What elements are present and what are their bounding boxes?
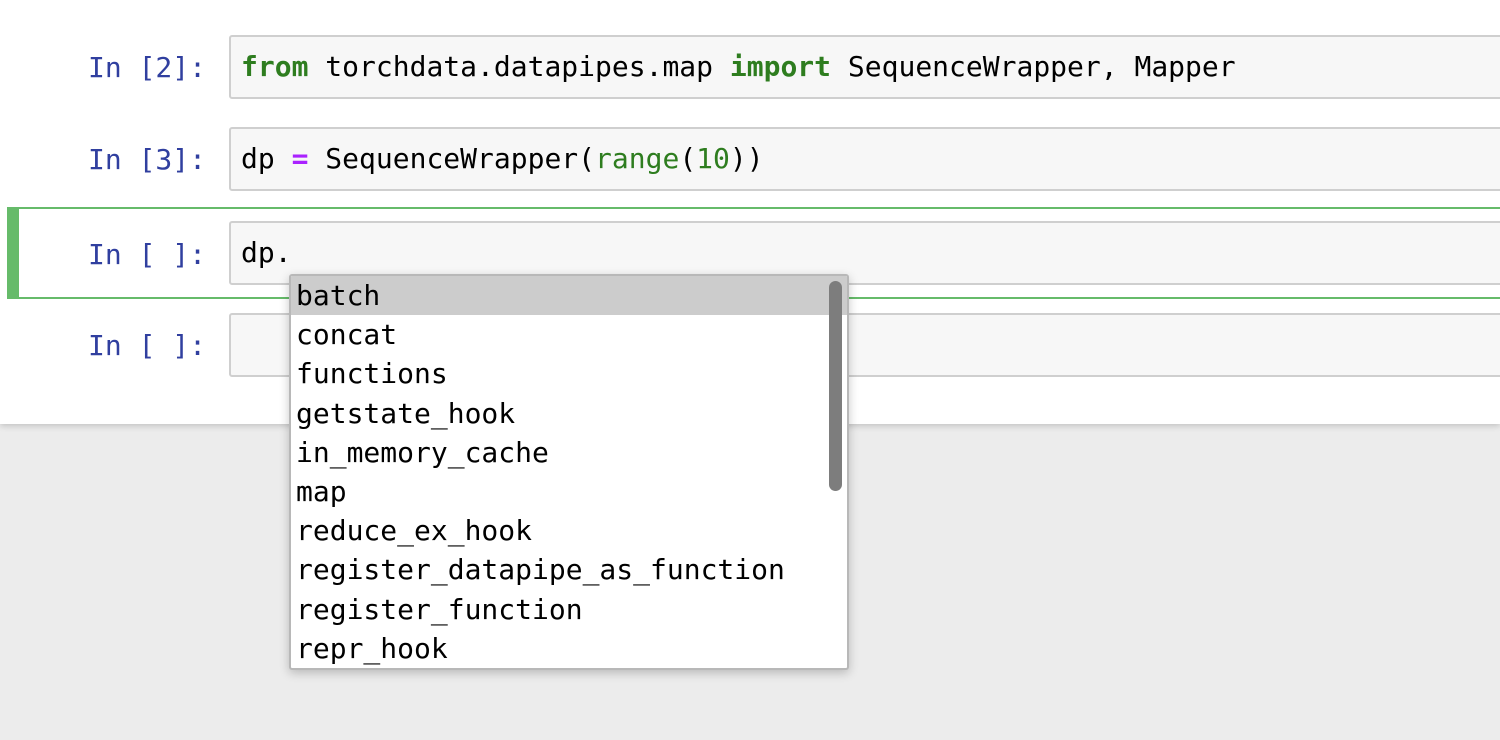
completion-item-repr-hook[interactable]: repr_hook bbox=[291, 629, 847, 668]
code-line: dp = SequenceWrapper(range(10)) bbox=[241, 142, 764, 176]
imported-names: SequenceWrapper, Mapper bbox=[831, 50, 1236, 83]
cell-prompt: In [2]: bbox=[88, 51, 207, 84]
completion-item-register-function[interactable]: register_function bbox=[291, 590, 847, 629]
paren-close: )) bbox=[729, 142, 764, 175]
code-cell-1[interactable]: In [2]: from torchdata.datapipes.map imp… bbox=[0, 22, 1500, 114]
completion-item-in-memory-cache[interactable]: in_memory_cache bbox=[291, 433, 847, 472]
keyword-from: from bbox=[241, 50, 309, 83]
completion-item-concat[interactable]: concat bbox=[291, 315, 847, 354]
completion-list: batch concat functions getstate_hook in_… bbox=[291, 276, 847, 668]
call-text: SequenceWrapper( bbox=[308, 142, 596, 175]
number-literal: 10 bbox=[696, 142, 730, 175]
module-path: torchdata.datapipes.map bbox=[308, 50, 730, 83]
keyword-import: import bbox=[729, 50, 832, 83]
completion-scrollbar[interactable] bbox=[829, 281, 842, 491]
code-line: from torchdata.datapipes.map import Sequ… bbox=[241, 50, 1236, 84]
completion-item-batch[interactable]: batch bbox=[291, 276, 847, 316]
completion-item-getstate-hook[interactable]: getstate_hook bbox=[291, 394, 847, 433]
cell-prompt: In [ ]: bbox=[88, 329, 207, 362]
code-cell-2[interactable]: In [3]: dp = SequenceWrapper(range(10)) bbox=[0, 114, 1500, 206]
completion-item-functions[interactable]: functions bbox=[291, 354, 847, 393]
paren-open: ( bbox=[679, 142, 697, 175]
completion-item-register-datapipe-as-function[interactable]: register_datapipe_as_function bbox=[291, 550, 847, 589]
autocomplete-dropdown[interactable]: batch concat functions getstate_hook in_… bbox=[289, 274, 849, 670]
code-line: dp. bbox=[241, 236, 292, 269]
code-editor[interactable]: dp = SequenceWrapper(range(10)) bbox=[229, 127, 1500, 191]
completion-item-map[interactable]: map bbox=[291, 472, 847, 511]
variable-dp: dp bbox=[241, 142, 292, 175]
cell-prompt: In [3]: bbox=[88, 143, 207, 176]
builtin-range: range bbox=[595, 142, 680, 175]
completion-item-reduce-ex-hook[interactable]: reduce_ex_hook bbox=[291, 511, 847, 550]
assign-operator: = bbox=[291, 142, 309, 175]
cell-prompt: In [ ]: bbox=[88, 238, 207, 271]
code-editor[interactable]: from torchdata.datapipes.map import Sequ… bbox=[229, 35, 1500, 99]
